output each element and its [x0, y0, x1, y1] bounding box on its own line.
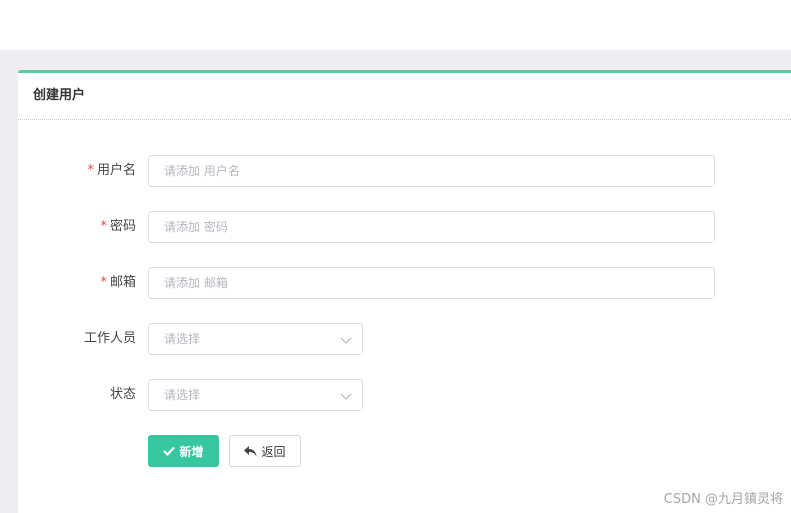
status-label: 状态 — [109, 387, 136, 402]
username-label-text: 用户名 — [96, 163, 136, 178]
staff-select[interactable]: 请选择 — [148, 323, 363, 355]
staff-label: 工作人员 — [83, 331, 136, 346]
card-title: 创建用户 — [18, 73, 791, 120]
watermark: CSDN @九月镇灵将 — [663, 492, 783, 507]
add-button-label: 新增 — [179, 444, 204, 459]
form-row-email: * 邮箱 — [18, 267, 791, 299]
form-row-status: 状态 请选择 — [18, 379, 791, 411]
chevron-down-icon — [340, 393, 352, 400]
username-label: * 用户名 — [87, 155, 136, 187]
add-button[interactable]: 新增 — [148, 435, 219, 467]
staff-select-placeholder: 请选择 — [164, 332, 201, 346]
password-input[interactable] — [148, 211, 715, 243]
username-input[interactable] — [148, 155, 715, 187]
back-button-label: 返回 — [261, 444, 286, 459]
top-bar — [0, 0, 791, 50]
chevron-down-icon — [340, 337, 352, 344]
email-label: * 邮箱 — [100, 267, 136, 299]
status-select[interactable]: 请选择 — [148, 379, 363, 411]
reply-arrow-icon — [244, 445, 257, 457]
create-user-card: 创建用户 *用户名 *密码 *邮箱 工作人员 请选择 状态 请选择 — [18, 70, 791, 513]
password-label-text: 密码 — [109, 219, 136, 234]
back-button[interactable]: 返回 — [229, 435, 301, 467]
form-row-password: * 密码 — [18, 211, 791, 243]
form-actions: 新增 返回 — [18, 435, 791, 467]
required-mark: * — [100, 275, 107, 290]
password-label: * 密码 — [100, 211, 136, 243]
form-row-staff: 工作人员 请选择 — [18, 323, 791, 355]
check-icon — [163, 446, 176, 456]
email-label-text: 邮箱 — [109, 275, 136, 290]
required-mark: * — [87, 163, 94, 178]
required-mark: * — [100, 219, 107, 234]
form-row-username: * 用户名 — [18, 155, 791, 187]
status-select-placeholder: 请选择 — [164, 388, 201, 402]
email-input[interactable] — [148, 267, 715, 299]
